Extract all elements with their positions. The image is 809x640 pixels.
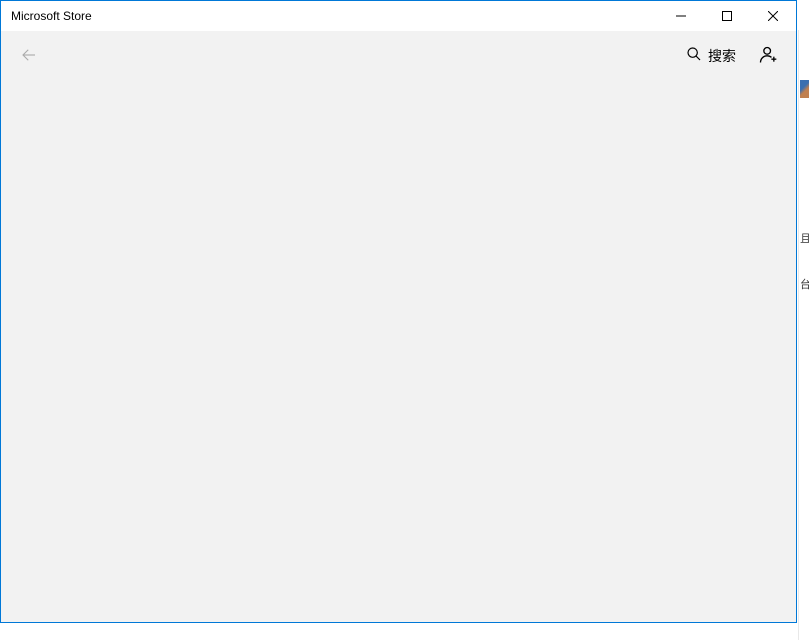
background-window-edge: 且 台: [798, 30, 809, 640]
app-window: Microsoft Store: [0, 0, 797, 623]
content-area: [1, 81, 796, 622]
search-label: 搜索: [708, 46, 736, 66]
minimize-icon: [676, 9, 686, 24]
toolbar: 搜索: [1, 31, 796, 81]
back-arrow-icon: [20, 46, 38, 67]
close-icon: [768, 9, 778, 24]
maximize-button[interactable]: [704, 1, 750, 31]
window-controls: [658, 1, 796, 31]
background-text-fragment: 且: [800, 230, 809, 246]
maximize-icon: [722, 9, 732, 24]
account-icon: [758, 45, 778, 68]
minimize-button[interactable]: [658, 1, 704, 31]
search-icon: [686, 46, 702, 67]
toolbar-left: [9, 36, 49, 76]
back-button[interactable]: [9, 36, 49, 76]
background-thumbnail-fragment: [800, 80, 809, 98]
search-button[interactable]: 搜索: [678, 40, 744, 73]
toolbar-right: 搜索: [678, 36, 788, 76]
titlebar: Microsoft Store: [1, 1, 796, 31]
account-button[interactable]: [748, 36, 788, 76]
background-text-fragment: 台: [800, 276, 809, 292]
close-button[interactable]: [750, 1, 796, 31]
window-title: Microsoft Store: [11, 9, 92, 23]
